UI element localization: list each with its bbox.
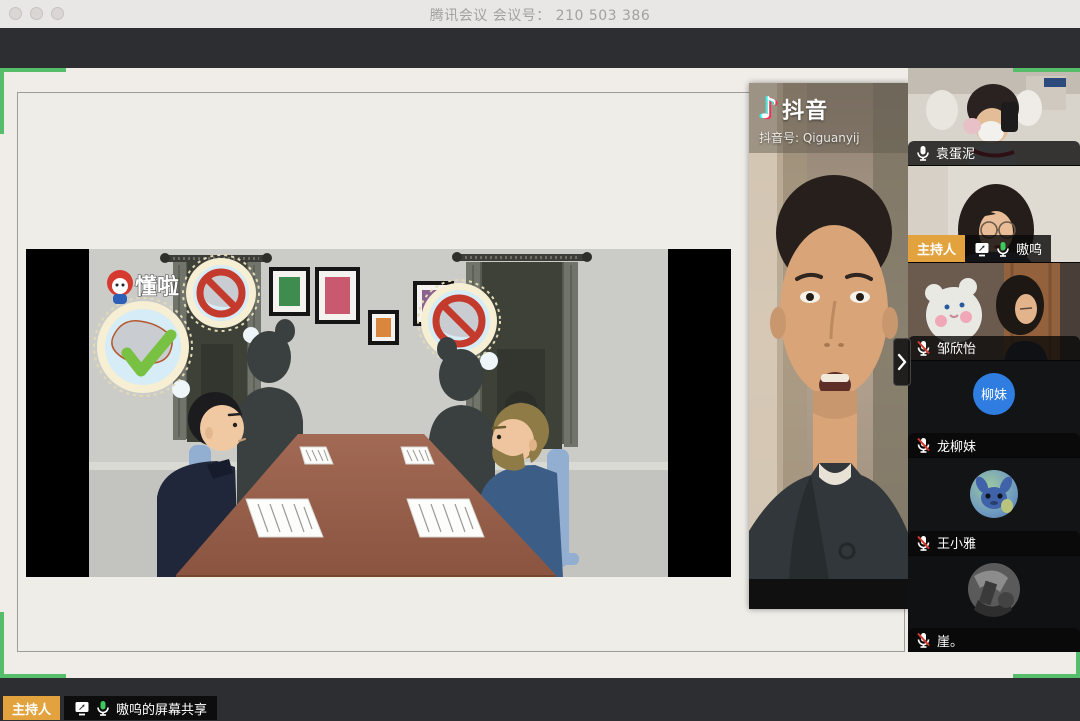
share-indicator-top-right: [1013, 68, 1080, 72]
mic-muted-icon: [916, 340, 931, 356]
mic-active-icon: [96, 700, 110, 716]
avatar: 柳妹: [973, 373, 1015, 415]
window-title: 腾讯会议 会议号： 210 503 386: [0, 5, 1080, 25]
participant-tile[interactable]: 袁蛋泥: [908, 68, 1080, 166]
host-badge: 主持人: [908, 235, 965, 262]
macos-titlebar: 腾讯会议 会议号： 210 503 386: [0, 0, 1080, 28]
collapse-panel-button[interactable]: [893, 338, 911, 386]
douyin-note-icon: ♪: [759, 94, 778, 124]
participant-name: 龙柳妹: [937, 436, 976, 455]
share-indicator-bottom-left: [0, 674, 66, 678]
participant-namebar: 邹欣怡: [908, 336, 1080, 360]
share-indicator-bottom-right-v: [1076, 652, 1080, 678]
dongla-logo: 懂啦: [107, 270, 179, 304]
dongla-logo-text: 懂啦: [135, 274, 179, 300]
participant-tile-host[interactable]: 主持人 嗷呜: [908, 166, 1080, 264]
sharing-status-text: 嗷呜的屏幕共享: [116, 699, 207, 718]
participant-tile[interactable]: 邹欣怡: [908, 263, 1080, 361]
mic-active-icon: [996, 241, 1010, 257]
avatar-initials: 柳妹: [981, 384, 1007, 403]
participant-tile[interactable]: 柳妹 龙柳妹: [908, 361, 1080, 459]
screen-share-icon: [74, 700, 90, 716]
thought-dot: [172, 380, 190, 398]
share-indicator-top-left-v: [0, 68, 4, 134]
participant-name: 王小雅: [937, 533, 976, 552]
cartoon-video: 懂啦: [89, 249, 668, 577]
participant-namebar: 崖。: [908, 628, 1080, 652]
douyin-video-frame: [749, 83, 909, 579]
screen-share-icon: [974, 241, 990, 257]
tencent-meeting-window: 腾讯会议 会议号： 210 503 386: [0, 0, 1080, 721]
meeting-toolbar-strip: [0, 28, 1080, 68]
douyin-bottom-bar: [749, 579, 909, 609]
host-badge-bottom: 主持人: [3, 696, 60, 720]
mic-muted-icon: [916, 437, 931, 453]
screen-share-area: 懂啦: [0, 68, 1080, 678]
share-indicator-top-left: [0, 68, 66, 72]
mic-muted-icon: [916, 632, 931, 648]
mic-on-icon: [916, 145, 930, 161]
participant-tile[interactable]: 崖。: [908, 556, 1080, 653]
douyin-video-overlay[interactable]: ♪ 抖音 抖音号: Qiguanyij: [749, 83, 909, 609]
mic-muted-icon: [916, 535, 931, 551]
cartoon-video-letterbox[interactable]: 懂啦: [26, 249, 731, 577]
share-indicator-bottom-right: [1013, 674, 1080, 678]
participant-name: 崖。: [937, 631, 963, 650]
participant-namebar: 袁蛋泥: [908, 141, 1080, 165]
meeting-cartoon-illustration: 懂啦: [89, 249, 668, 577]
participant-name: 袁蛋泥: [936, 143, 975, 162]
share-indicator-bottom-left-v: [0, 612, 4, 678]
chevron-right-icon: [896, 350, 908, 374]
douyin-brand: 抖音: [782, 93, 828, 125]
participant-name: 嗷呜: [1016, 239, 1042, 258]
sharing-status-pill: 嗷呜的屏幕共享: [64, 696, 217, 720]
participants-panel: 袁蛋泥 主持人: [908, 68, 1080, 652]
host-namebar: 主持人 嗷呜: [908, 235, 1080, 262]
participant-tile[interactable]: 王小雅: [908, 458, 1080, 556]
participant-namebar: 龙柳妹: [908, 433, 1080, 457]
douyin-watermark: ♪ 抖音 抖音号: Qiguanyij: [759, 93, 860, 146]
douyin-person-illustration: [749, 83, 909, 579]
douyin-account: 抖音号: Qiguanyij: [759, 129, 860, 146]
participant-namebar: 王小雅: [908, 531, 1080, 555]
participant-name: 邹欣怡: [937, 338, 976, 357]
bottom-status-bar: 主持人 嗷呜的屏幕共享: [0, 678, 1080, 721]
